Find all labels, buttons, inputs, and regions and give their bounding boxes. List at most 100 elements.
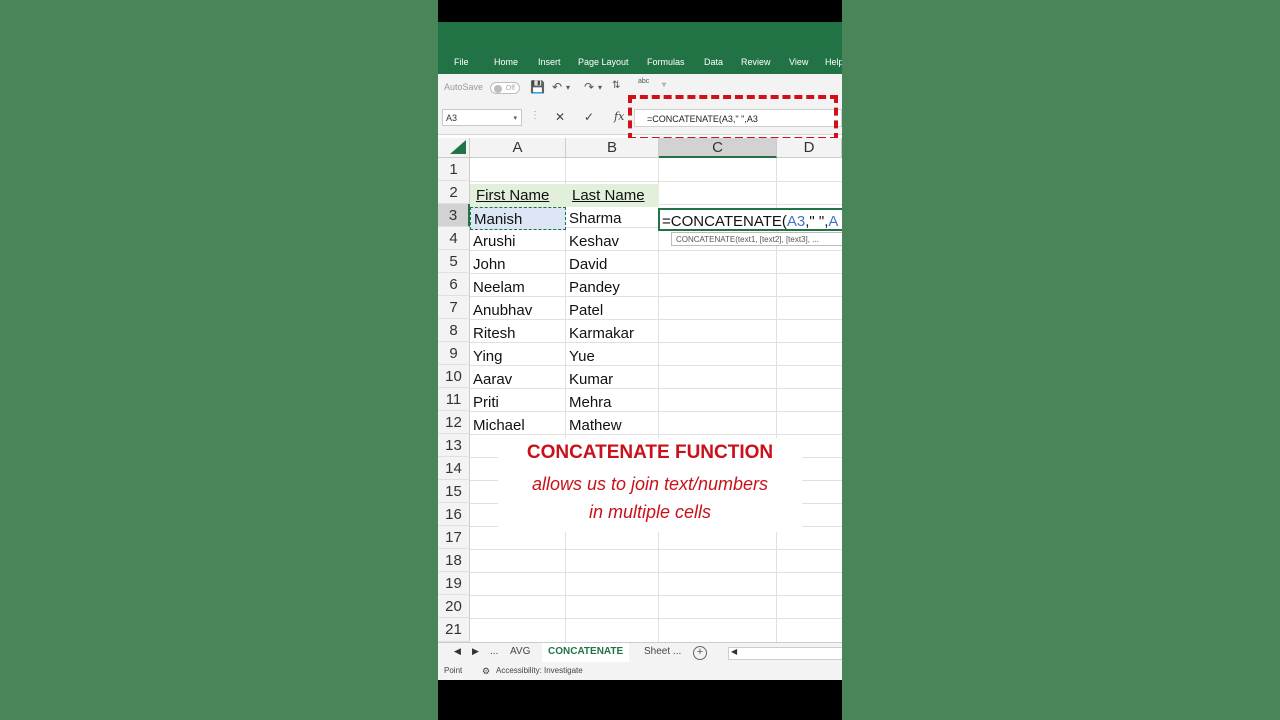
- sheet-tab-avg[interactable]: AVG: [504, 643, 536, 662]
- cell-b5[interactable]: David: [566, 253, 659, 276]
- cell-a11[interactable]: Priti: [470, 391, 566, 414]
- cell-a2-first-name-header[interactable]: First Name: [470, 184, 566, 207]
- enter-icon[interactable]: ✓: [584, 110, 594, 124]
- cell-a3[interactable]: Manish: [470, 207, 566, 230]
- row-header[interactable]: 7: [438, 296, 470, 319]
- next-sheet-icon[interactable]: ▶: [472, 646, 479, 657]
- select-all-button[interactable]: [438, 138, 470, 158]
- horizontal-scrollbar[interactable]: ◀: [728, 647, 842, 660]
- row-header[interactable]: 6: [438, 273, 470, 296]
- sheet-tab-sheet[interactable]: Sheet ...: [638, 643, 687, 662]
- undo-icon[interactable]: ↶: [552, 80, 562, 94]
- row-header[interactable]: 15: [438, 480, 470, 503]
- row-header[interactable]: 16: [438, 503, 470, 526]
- sheet-tab-bar: ◀ ▶ ... AVG CONCATENATE Sheet ... + ◀: [438, 642, 842, 664]
- chevron-down-icon[interactable]: ▾: [566, 83, 570, 92]
- redo-icon[interactable]: ↷: [584, 80, 594, 94]
- accessibility-status[interactable]: Accessibility: Investigate: [496, 662, 583, 680]
- caption-line: allows us to join text/numbers: [531, 474, 769, 494]
- tab-home[interactable]: Home: [494, 57, 518, 67]
- cell-a10[interactable]: Aarav: [470, 368, 566, 391]
- cell-b11[interactable]: Mehra: [566, 391, 659, 414]
- row-header[interactable]: 10: [438, 365, 470, 388]
- tab-formulas[interactable]: Formulas: [647, 57, 685, 67]
- formula-ref: A3: [786, 213, 806, 230]
- customize-qat-icon[interactable]: ▿: [662, 80, 666, 89]
- chevron-down-icon[interactable]: ▾: [598, 83, 602, 92]
- column-header-a[interactable]: A: [470, 138, 566, 158]
- row-header[interactable]: 4: [438, 227, 470, 250]
- caption-line: in multiple cells: [588, 502, 712, 522]
- cell-a6[interactable]: Neelam: [470, 276, 566, 299]
- cell-a8[interactable]: Ritesh: [470, 322, 566, 345]
- insert-function-icon[interactable]: fx: [614, 110, 624, 123]
- cell-a12[interactable]: Michael: [470, 414, 566, 437]
- cell-b8[interactable]: Karmakar: [566, 322, 659, 345]
- column-header-c[interactable]: C: [659, 138, 777, 158]
- row-header[interactable]: 3: [438, 204, 470, 227]
- row-header[interactable]: 2: [438, 181, 470, 204]
- row-header[interactable]: 19: [438, 572, 470, 595]
- cell-b3[interactable]: Sharma: [566, 207, 659, 230]
- tab-page-layout[interactable]: Page Layout: [578, 57, 629, 67]
- column-header-b[interactable]: B: [566, 138, 659, 158]
- row-header[interactable]: 17: [438, 526, 470, 549]
- row-header[interactable]: 13: [438, 434, 470, 457]
- formula-ref: A: [828, 213, 839, 230]
- tab-data[interactable]: Data: [704, 57, 723, 67]
- column-header-d[interactable]: D: [777, 138, 842, 158]
- prev-sheet-icon[interactable]: ◀: [454, 646, 461, 657]
- autosave-toggle[interactable]: Off: [490, 82, 520, 94]
- cell-a4[interactable]: Arushi: [470, 230, 566, 253]
- caption-overlay: CONCATENATE FUNCTION allows us to join t…: [498, 438, 802, 532]
- tab-insert[interactable]: Insert: [538, 57, 561, 67]
- row-header[interactable]: 14: [438, 457, 470, 480]
- cell-b2-last-name-header[interactable]: Last Name: [566, 184, 659, 207]
- formula-highlight-box: [628, 95, 838, 141]
- cell-a5[interactable]: John: [470, 253, 566, 276]
- gridline: [470, 549, 842, 550]
- cell-c3-editing[interactable]: =CONCATENATE(A3," ",A: [658, 208, 842, 231]
- tab-view[interactable]: View: [789, 57, 808, 67]
- row-header[interactable]: 11: [438, 388, 470, 411]
- sort-icon[interactable]: ⇅: [612, 80, 620, 91]
- accessibility-icon[interactable]: ⚙: [482, 662, 490, 680]
- excel-window: File Home Insert Page Layout Formulas Da…: [438, 22, 842, 680]
- cell-b9[interactable]: Yue: [566, 345, 659, 368]
- row-header[interactable]: 18: [438, 549, 470, 572]
- cell-a7[interactable]: Anubhav: [470, 299, 566, 322]
- row-header[interactable]: 21: [438, 618, 470, 642]
- row-header[interactable]: 8: [438, 319, 470, 342]
- gridline: [470, 572, 842, 573]
- tab-help[interactable]: Help: [825, 57, 842, 67]
- cell-b12[interactable]: Mathew: [566, 414, 659, 437]
- formula-text: ," ",: [805, 213, 829, 230]
- function-tooltip[interactable]: CONCATENATE(text1, [text2], [text3], ...: [671, 232, 842, 246]
- cell-a9[interactable]: Ying: [470, 345, 566, 368]
- video-frame: File Home Insert Page Layout Formulas Da…: [438, 0, 842, 720]
- row-header[interactable]: 20: [438, 595, 470, 618]
- cancel-icon[interactable]: ✕: [555, 110, 565, 124]
- scroll-left-icon[interactable]: ◀: [731, 647, 737, 656]
- tab-review[interactable]: Review: [741, 57, 771, 67]
- autosave-label: AutoSave: [444, 82, 484, 92]
- cell-b10[interactable]: Kumar: [566, 368, 659, 391]
- sheet-tab-concatenate[interactable]: CONCATENATE: [542, 643, 630, 664]
- name-box[interactable]: A3 ▾: [442, 109, 522, 126]
- chevron-down-icon[interactable]: ▾: [513, 110, 517, 127]
- tab-file[interactable]: File: [454, 57, 469, 67]
- spelling-icon[interactable]: abc: [638, 78, 649, 85]
- name-box-value: A3: [446, 113, 458, 123]
- cell-b7[interactable]: Patel: [566, 299, 659, 322]
- save-icon[interactable]: 💾: [530, 80, 545, 94]
- row-header[interactable]: 12: [438, 411, 470, 434]
- status-mode: Point: [444, 666, 463, 675]
- row-header[interactable]: 9: [438, 342, 470, 365]
- sheet-tab-more[interactable]: ...: [484, 643, 504, 662]
- row-header[interactable]: 5: [438, 250, 470, 273]
- cell-b4[interactable]: Keshav: [566, 230, 659, 253]
- row-header[interactable]: 1: [438, 158, 470, 181]
- caption-title: CONCATENATE FUNCTION: [526, 442, 774, 463]
- cell-b6[interactable]: Pandey: [566, 276, 659, 299]
- add-sheet-button[interactable]: +: [693, 646, 707, 660]
